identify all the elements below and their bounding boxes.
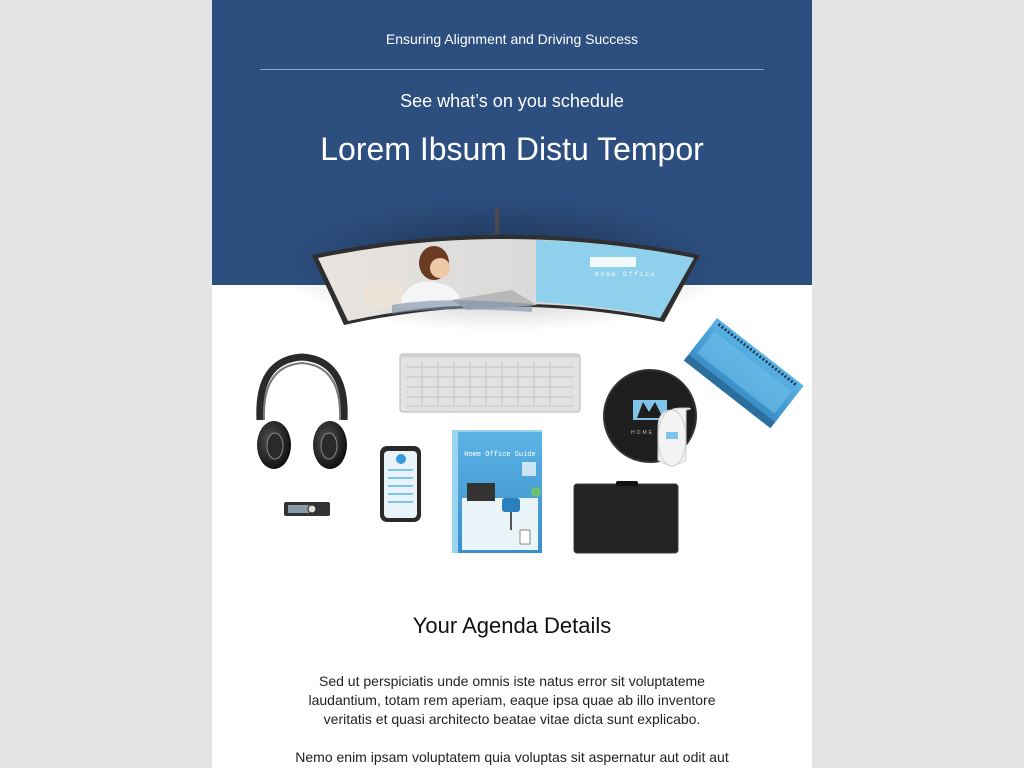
planner-icon	[683, 318, 804, 429]
monitor-logo-text: Home Office	[595, 271, 657, 278]
notebook-title: Home Office Guide	[464, 451, 535, 459]
agenda-paragraph-1: Sed ut perspiciatis unde omnis iste natu…	[308, 673, 716, 727]
usb-drive-icon	[284, 502, 330, 516]
mouse-icon	[657, 407, 691, 467]
email-container: Ensuring Alignment and Driving Success S…	[212, 0, 812, 768]
agenda-paragraph-2: Nemo enim ipsam voluptatem quia voluptas…	[295, 749, 729, 765]
mousepad-text: HOME	[631, 430, 654, 436]
smartphone-icon	[380, 446, 421, 522]
notebook-icon: Home Office Guide	[452, 430, 542, 553]
agenda-title: Your Agenda Details	[412, 613, 612, 638]
drawing-tablet-icon	[573, 481, 679, 554]
keyboard-icon	[399, 353, 581, 413]
headphones-icon	[256, 353, 348, 469]
home-office-illustration: Home Office HOME Home Office Guide	[256, 192, 804, 554]
